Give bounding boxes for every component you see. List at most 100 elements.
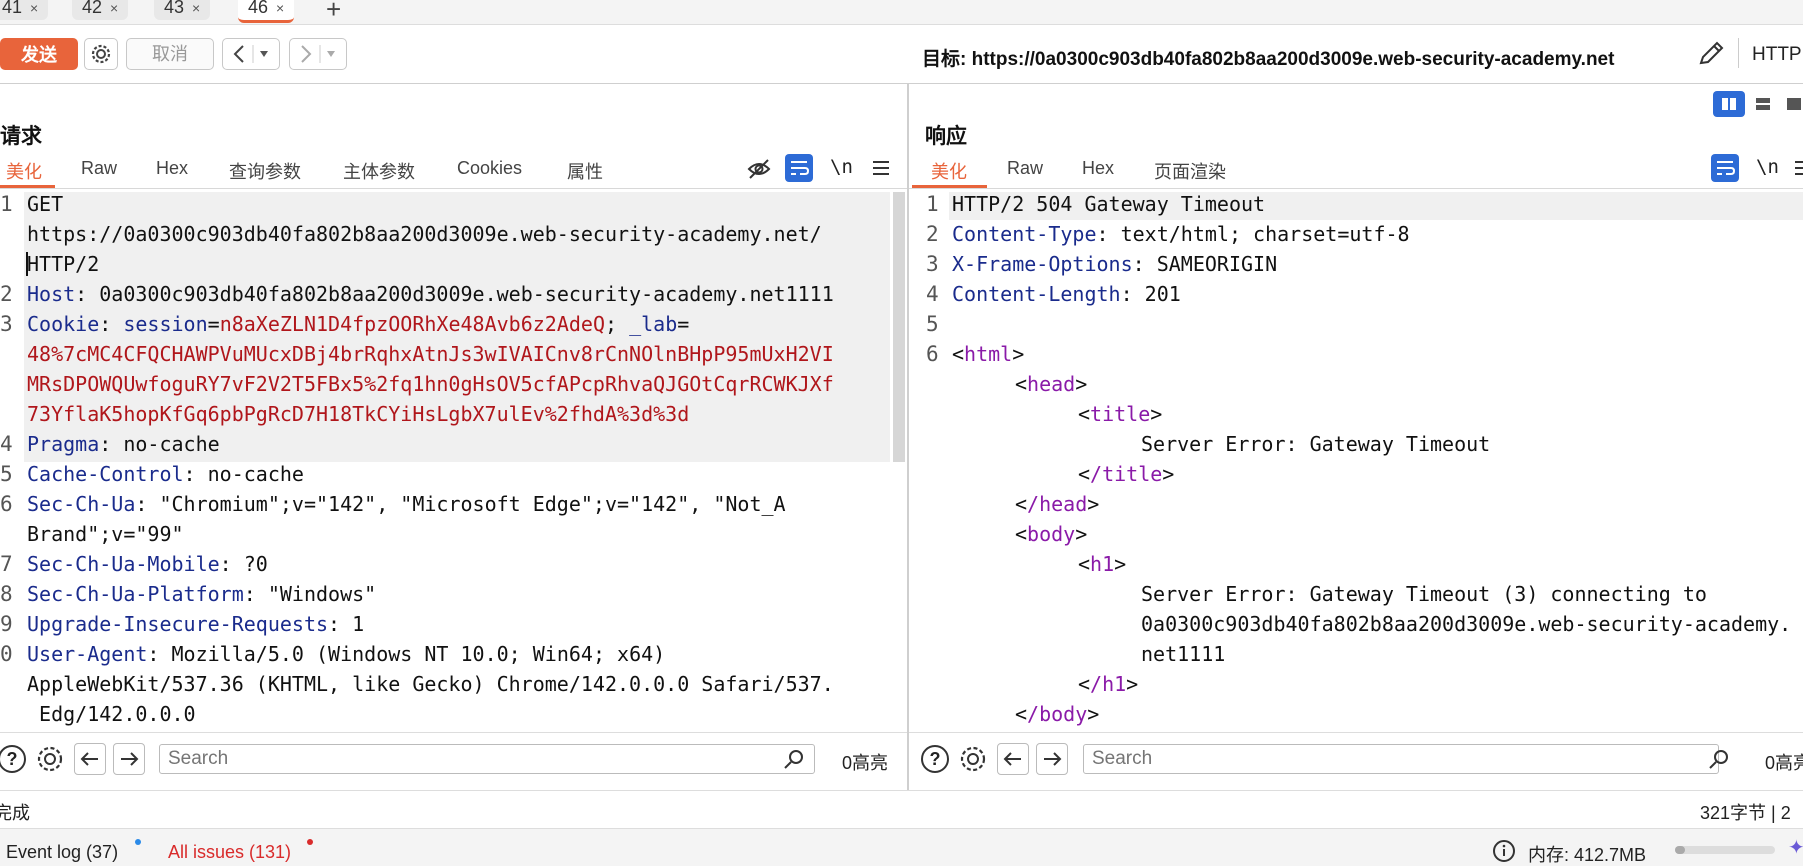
close-icon[interactable]: × [192,0,200,16]
html-tag: /title [1090,462,1163,486]
status-row: 完成 321字节 | 2 [0,790,1803,827]
all-issues-link[interactable]: All issues (131) [168,842,291,863]
response-tab-hex[interactable]: Hex [1082,158,1114,179]
line-number: 3 [0,312,13,336]
tab-43[interactable]: 43 × [154,0,211,20]
code-line: AppleWebKit/537.36 (KHTML, like Gecko) C… [27,672,834,696]
html-tag-line: </head> [1015,492,1100,516]
code-line: https://0a0300c903db40fa802b8aa200d3009e… [27,222,822,246]
history-forward-group[interactable] [289,38,347,70]
cancel-button[interactable]: 取消 [126,38,214,70]
newline-toggle-icon[interactable]: \n [1756,156,1779,178]
layout-top-bottom-button[interactable] [1747,91,1779,117]
info-icon[interactable] [1492,839,1516,863]
response-tab-raw[interactable]: Raw [1007,158,1043,179]
search-next-button[interactable] [113,743,145,775]
code-line: Server Error: Gateway Timeout [1141,432,1491,456]
menu-icon[interactable] [870,156,892,180]
line-number: 2 [0,282,13,306]
request-tab-hex[interactable]: Hex [156,158,188,179]
sparkle-icon[interactable]: ✦ [1788,835,1803,860]
code-line: GET [27,192,64,216]
line-number: 7 [0,552,13,576]
search-previous-button[interactable] [74,743,106,775]
eye-slash-icon[interactable] [746,156,772,182]
header-separator [0,83,1803,84]
code-line: Content-Length: 201 [952,282,1181,306]
code-line: User-Agent: Mozilla/5.0 (Windows NT 10.0… [27,642,665,666]
layout-tabs-button[interactable] [1781,91,1803,117]
word-wrap-button[interactable] [785,154,813,182]
html-tag: body [1027,522,1076,546]
header-value: : 0a0300c903db40fa802b8aa200d3009e.web-s… [75,282,834,306]
memory-bar [1675,846,1775,854]
response-editor[interactable]: 1 2 3 4 5 6 HTTP/2 504 Gateway Timeout C… [912,192,1803,727]
html-tag-line: <html> [952,342,1025,366]
code-line: 0a0300c903db40fa802b8aa200d3009e.web-sec… [1141,612,1792,636]
single-pane-icon [1787,98,1801,110]
arrow-left-icon [80,752,98,766]
header-value: : no-cache [183,462,304,486]
request-tab-raw[interactable]: Raw [81,158,117,179]
help-icon[interactable]: ? [921,745,949,773]
line-number: 5 [926,312,939,336]
request-scrollbar[interactable] [893,192,905,462]
code-line: X-Frame-Options: SAMEORIGIN [952,252,1277,276]
header-value: : text/html; charset=utf-8 [1096,222,1410,246]
line-number: 1 [926,192,939,216]
request-tab-cookies[interactable]: Cookies [457,158,522,179]
request-title: 请求 [0,125,42,148]
event-log-link[interactable]: Event log (37) [6,842,118,863]
newline-toggle-icon[interactable]: \n [830,156,853,178]
header-value: : SAMEORIGIN [1132,252,1278,276]
request-tab-body-params[interactable]: 主体参数 [343,158,415,184]
response-tab-pretty[interactable]: 美化 [931,158,967,184]
request-tab-pretty[interactable]: 美化 [6,158,42,184]
code-line: Pragma: no-cache [27,432,220,456]
line-number: 9 [0,612,13,636]
gear-icon[interactable] [34,743,66,775]
code-line: HTTP/2 [27,252,100,276]
gear-icon [91,44,111,64]
tab-42[interactable]: 42 × [72,0,129,20]
memory-usage: 内存: 412.7MB [1528,845,1647,865]
line-number: 1 [0,192,13,216]
settings-button[interactable] [84,38,118,70]
issues-dot [307,839,313,845]
search-previous-button[interactable] [997,743,1029,775]
word-wrap-button[interactable] [1711,154,1739,182]
history-back-group[interactable] [222,38,280,70]
line-number: 8 [0,582,13,606]
close-icon[interactable]: × [30,0,38,16]
pane-divider[interactable] [907,84,909,790]
pencil-icon[interactable] [1694,38,1728,70]
gear-icon[interactable] [957,743,989,775]
tab-46[interactable]: 46 × [238,0,295,23]
send-button[interactable]: 发送 [0,38,78,70]
layout-side-by-side-button[interactable] [1713,91,1745,117]
response-size: 321字节 | 2 [1700,803,1791,823]
close-icon[interactable]: × [110,0,118,16]
line-number: 2 [926,222,939,246]
search-next-button[interactable] [1036,743,1068,775]
add-tab-button[interactable]: + [326,0,341,25]
request-tab-query-params[interactable]: 查询参数 [229,158,301,184]
arrow-right-icon [1044,752,1062,766]
request-search-input[interactable] [159,744,815,774]
header-value: : 1 [328,612,365,636]
tab-41[interactable]: 41 × [0,0,49,20]
request-editor[interactable]: 1 2 3 4 5 6 7 8 9 0 GET https://0a0300c9… [0,192,905,727]
header-name: Cache-Control [27,462,184,486]
layout-toggle [1713,91,1803,117]
columns-icon [1722,98,1736,110]
help-icon[interactable]: ? [0,745,26,773]
response-search-input[interactable] [1083,744,1719,774]
menu-icon[interactable] [1792,156,1803,180]
request-tab-attributes[interactable]: 属性 [567,158,603,184]
html-tag: head [1027,372,1076,396]
code-line: Sec-Ch-Ua-Mobile: ?0 [27,552,268,576]
request-match-count: 0高亮 [842,753,889,773]
close-icon[interactable]: × [276,0,284,16]
response-search-bar: ? 0高亮 [909,732,1803,787]
response-tab-render[interactable]: 页面渲染 [1154,158,1226,184]
